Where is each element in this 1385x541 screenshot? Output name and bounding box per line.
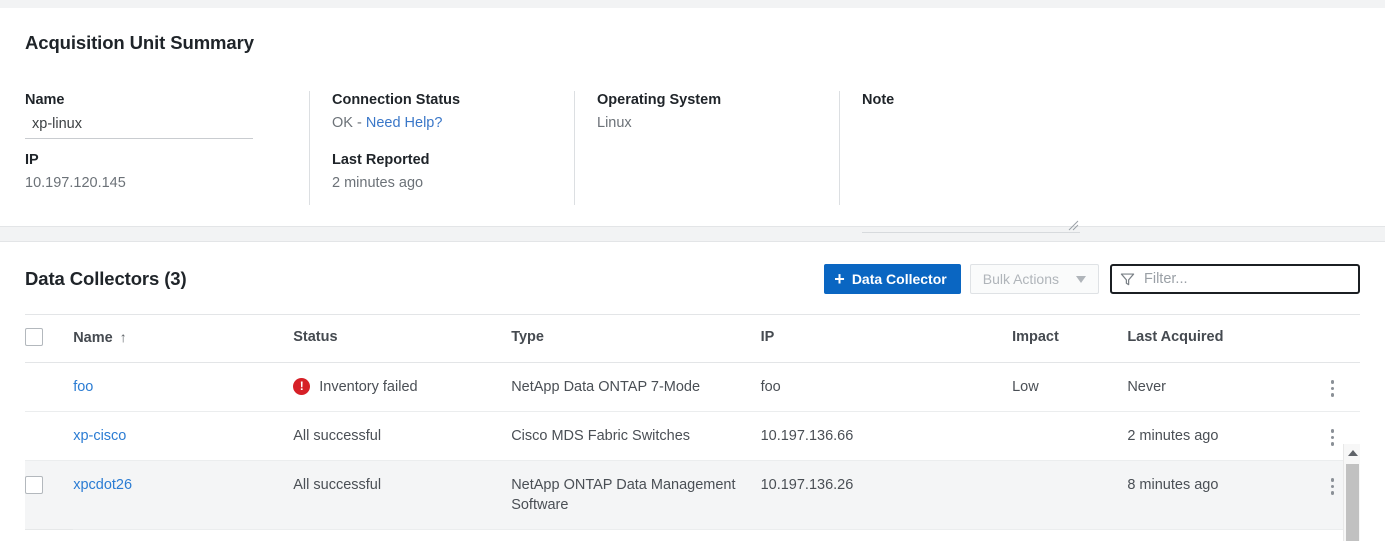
add-data-collector-button[interactable]: + Data Collector xyxy=(824,264,960,294)
collector-name-link[interactable]: foo xyxy=(73,379,93,395)
connection-status-block: Connection Status OK - Need Help? xyxy=(332,91,557,133)
row-impact-cell xyxy=(1012,412,1127,461)
collector-name-link[interactable]: xp-cisco xyxy=(73,428,126,444)
table-header-row: Name ↑ Status Type IP Impact Last Acquire… xyxy=(25,315,1360,363)
summary-column-note: Note xyxy=(840,91,1140,205)
table-row[interactable]: foo ! Inventory failed NetApp Data ONTAP… xyxy=(25,363,1360,412)
column-header-ip[interactable]: IP xyxy=(761,315,1012,363)
column-header-actions xyxy=(1305,315,1360,363)
connection-status-value: OK - Need Help? xyxy=(332,113,557,133)
funnel-icon xyxy=(1120,272,1135,287)
table-scrollbar[interactable] xyxy=(1343,444,1360,541)
status-text: Inventory failed xyxy=(319,377,417,397)
last-reported-value: 2 minutes ago xyxy=(332,173,557,193)
scroll-up-button[interactable] xyxy=(1344,444,1361,461)
row-select-cell xyxy=(25,363,73,412)
caret-up-icon xyxy=(1348,450,1358,456)
status-wrapper: ! Inventory failed xyxy=(293,377,511,397)
note-input[interactable] xyxy=(862,161,1080,233)
summary-column-name: Name IP 10.197.120.145 xyxy=(25,91,310,205)
page-title: Acquisition Unit Summary xyxy=(25,32,254,54)
row-name-cell: xp-cisco xyxy=(73,412,293,461)
bulk-actions-button[interactable]: Bulk Actions xyxy=(970,264,1099,294)
select-all-header xyxy=(25,315,73,363)
filter-input[interactable] xyxy=(1142,270,1350,288)
row-last-acquired-cell: Never xyxy=(1127,363,1305,412)
summary-column-os: Operating System Linux xyxy=(575,91,840,205)
kebab-menu-icon[interactable] xyxy=(1305,426,1360,446)
row-select-cell xyxy=(25,412,73,461)
summary-column-connection: Connection Status OK - Need Help? Last R… xyxy=(310,91,575,205)
ip-block: IP 10.197.120.145 xyxy=(25,151,292,193)
column-header-status[interactable]: Status xyxy=(293,315,511,363)
row-type-cell: Cisco MDS Fabric Switches xyxy=(511,412,760,461)
row-impact-cell: Low xyxy=(1012,363,1127,412)
acquisition-unit-summary-card: Acquisition Unit Summary Name IP 10.197.… xyxy=(0,8,1385,227)
operating-system-value: Linux xyxy=(597,113,822,133)
row-ip-cell: 10.197.136.26 xyxy=(761,461,1012,530)
name-input[interactable] xyxy=(25,113,253,139)
collector-name-link[interactable]: xpcdot26 xyxy=(73,477,132,493)
chevron-down-icon xyxy=(1076,276,1086,283)
row-type-cell: NetApp Data ONTAP 7-Mode xyxy=(511,363,760,412)
data-collectors-toolbar: + Data Collector Bulk Actions xyxy=(824,264,1360,294)
row-last-acquired-cell: 8 minutes ago xyxy=(1127,461,1305,530)
add-data-collector-label: Data Collector xyxy=(852,271,947,287)
connection-status-label: Connection Status xyxy=(332,91,557,109)
column-header-last-acquired[interactable]: Last Acquired xyxy=(1127,315,1305,363)
row-type-cell: NetApp ONTAP Data Management Software xyxy=(511,461,760,530)
row-name-cell: xpcdot26 xyxy=(73,461,293,530)
row-select-cell xyxy=(25,461,73,530)
plus-icon: + xyxy=(834,270,845,288)
select-all-checkbox[interactable] xyxy=(25,328,43,346)
data-collectors-title: Data Collectors (3) xyxy=(25,268,187,290)
ip-label: IP xyxy=(25,151,292,169)
data-collectors-card: Data Collectors (3) + Data Collector Bul… xyxy=(0,241,1385,541)
filter-field[interactable] xyxy=(1110,264,1360,294)
data-collectors-table: Name ↑ Status Type IP Impact Last Acquire… xyxy=(25,314,1360,530)
data-collectors-table-wrap: Name ↑ Status Type IP Impact Last Acquire… xyxy=(25,314,1360,530)
table-row[interactable]: xp-cisco All successful Cisco MDS Fabric… xyxy=(25,412,1360,461)
scrollbar-thumb[interactable] xyxy=(1346,464,1359,541)
row-last-acquired-cell: 2 minutes ago xyxy=(1127,412,1305,461)
row-name-cell: foo xyxy=(73,363,293,412)
row-checkbox[interactable] xyxy=(25,476,43,494)
kebab-menu-icon[interactable] xyxy=(1305,377,1360,397)
column-header-type[interactable]: Type xyxy=(511,315,760,363)
last-reported-label: Last Reported xyxy=(332,151,557,169)
row-ip-cell: foo xyxy=(761,363,1012,412)
column-header-name-label: Name xyxy=(73,330,113,346)
operating-system-label: Operating System xyxy=(597,91,822,109)
table-body: foo ! Inventory failed NetApp Data ONTAP… xyxy=(25,363,1360,530)
connection-status-text: OK - xyxy=(332,115,366,131)
sort-ascending-icon: ↑ xyxy=(120,329,127,345)
row-status-cell: ! Inventory failed xyxy=(293,363,511,412)
ip-value: 10.197.120.145 xyxy=(25,173,292,193)
note-area xyxy=(862,151,1080,233)
column-header-name[interactable]: Name ↑ xyxy=(73,315,293,363)
note-label: Note xyxy=(862,91,1122,109)
bulk-actions-label: Bulk Actions xyxy=(983,271,1059,287)
table-row[interactable]: xpcdot26 All successful NetApp ONTAP Dat… xyxy=(25,461,1360,530)
need-help-link[interactable]: Need Help? xyxy=(366,115,443,131)
row-status-cell: All successful xyxy=(293,412,511,461)
row-ip-cell: 10.197.136.66 xyxy=(761,412,1012,461)
error-icon: ! xyxy=(293,378,310,395)
last-reported-block: Last Reported 2 minutes ago xyxy=(332,151,557,193)
name-label: Name xyxy=(25,91,292,109)
page-root: Acquisition Unit Summary Name IP 10.197.… xyxy=(0,0,1385,541)
row-impact-cell xyxy=(1012,461,1127,530)
row-actions-cell xyxy=(1305,363,1360,412)
column-header-impact[interactable]: Impact xyxy=(1012,315,1127,363)
summary-fields: Name IP 10.197.120.145 Connection Status… xyxy=(25,91,1365,205)
row-status-cell: All successful xyxy=(293,461,511,530)
